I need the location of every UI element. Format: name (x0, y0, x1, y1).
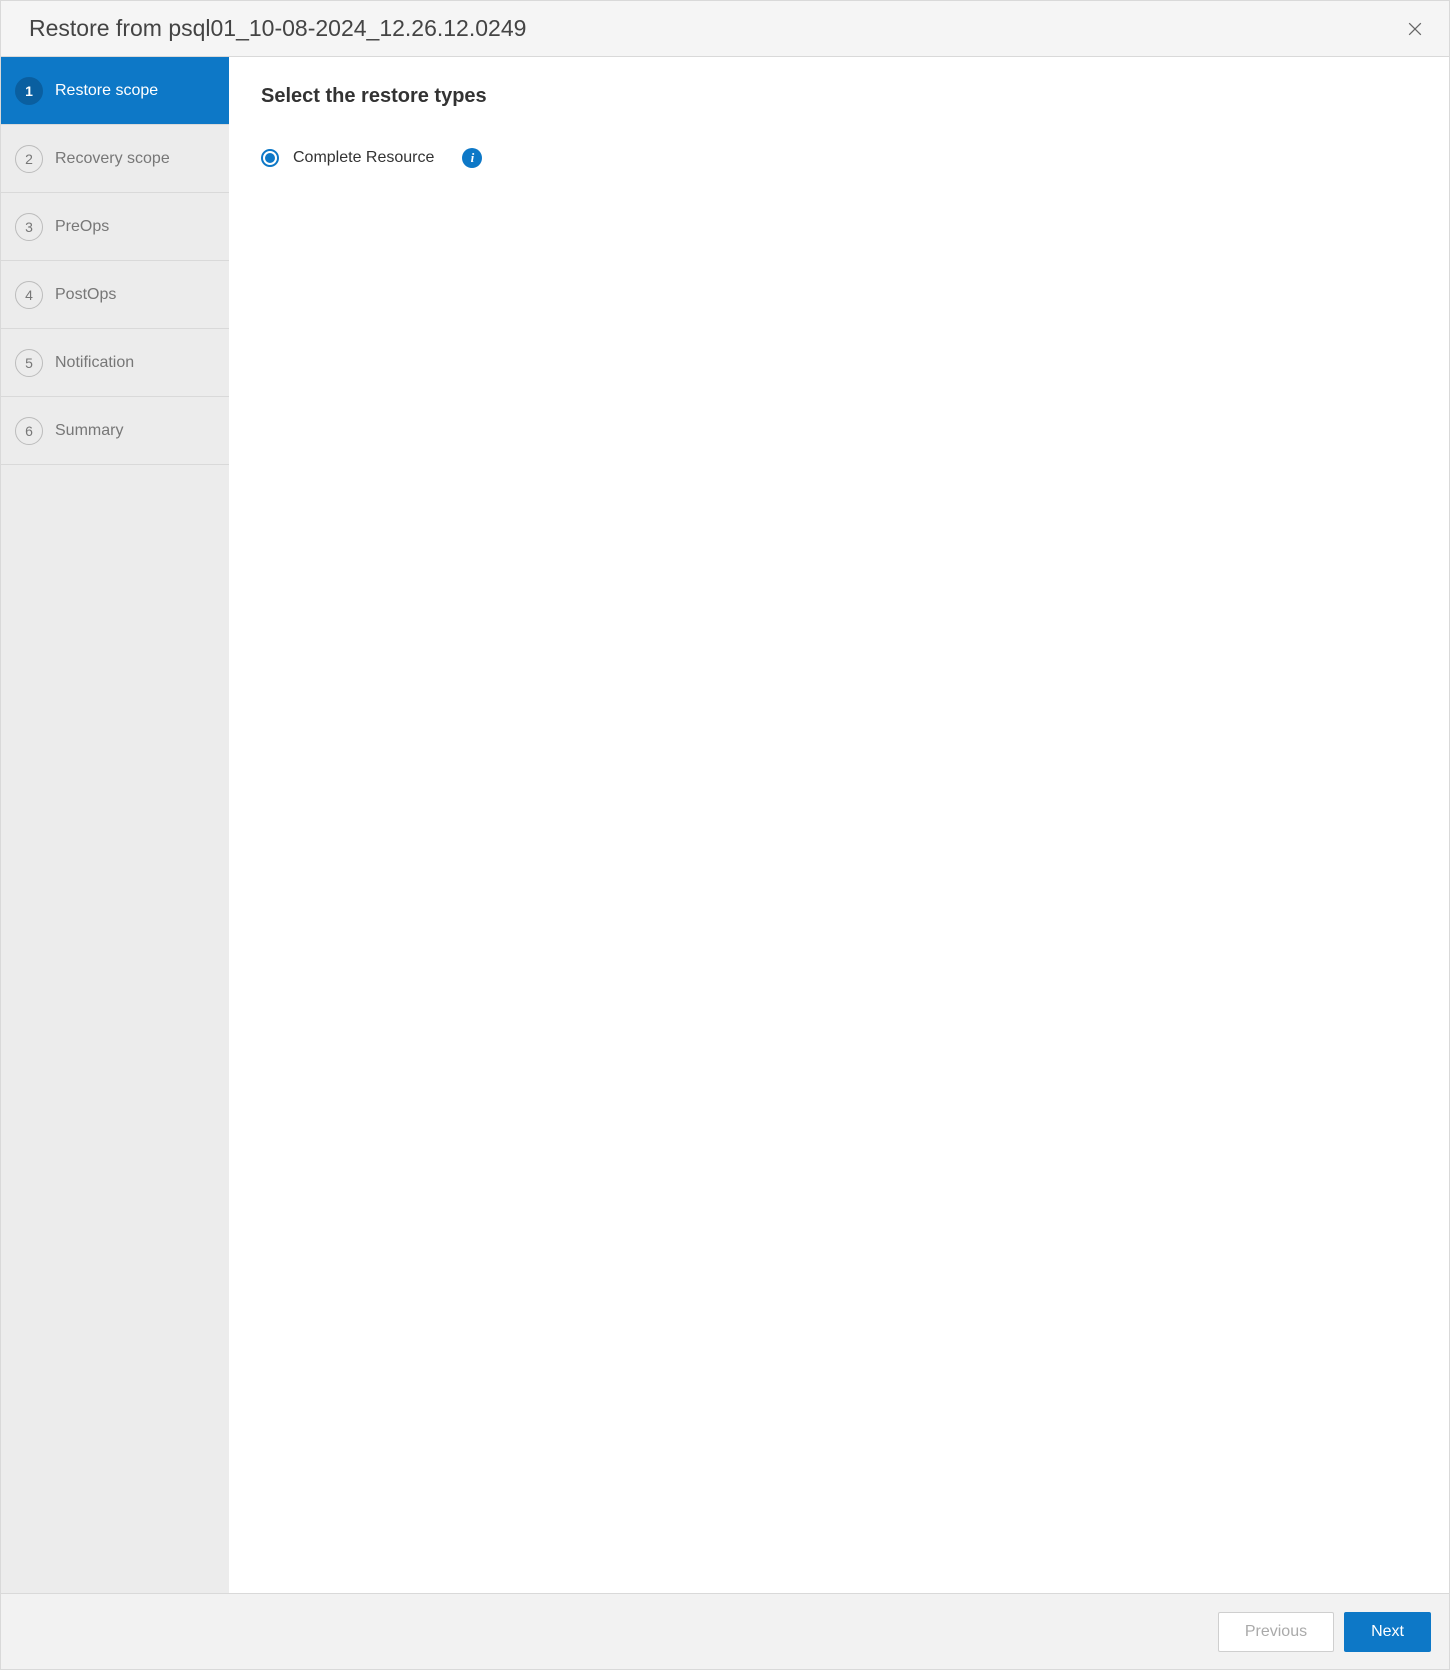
step-number: 4 (15, 281, 43, 309)
complete-resource-label: Complete Resource (293, 149, 434, 167)
content-panel: Select the restore types Complete Resour… (229, 57, 1449, 1593)
step-summary[interactable]: 6 Summary (1, 397, 229, 465)
info-icon[interactable]: i (462, 148, 482, 168)
modal-body: 1 Restore scope 2 Recovery scope 3 PreOp… (1, 57, 1449, 1593)
step-preops[interactable]: 3 PreOps (1, 193, 229, 261)
modal-title: Restore from psql01_10-08-2024_12.26.12.… (29, 15, 526, 42)
step-label: PreOps (55, 218, 109, 236)
step-label: Summary (55, 422, 123, 440)
modal-footer: Previous Next (1, 1593, 1449, 1669)
radio-checked-icon (265, 153, 275, 163)
step-number: 2 (15, 145, 43, 173)
step-label: PostOps (55, 286, 116, 304)
restore-modal: Restore from psql01_10-08-2024_12.26.12.… (0, 0, 1450, 1670)
content-title: Select the restore types (261, 85, 1417, 108)
restore-type-option: Complete Resource i (261, 148, 1417, 168)
step-number: 3 (15, 213, 43, 241)
wizard-sidebar: 1 Restore scope 2 Recovery scope 3 PreOp… (1, 57, 229, 1593)
step-notification[interactable]: 5 Notification (1, 329, 229, 397)
step-postops[interactable]: 4 PostOps (1, 261, 229, 329)
step-label: Notification (55, 354, 134, 372)
next-button[interactable]: Next (1344, 1612, 1431, 1652)
step-number: 1 (15, 77, 43, 105)
step-restore-scope[interactable]: 1 Restore scope (1, 57, 229, 125)
previous-button[interactable]: Previous (1218, 1612, 1334, 1652)
modal-header: Restore from psql01_10-08-2024_12.26.12.… (1, 1, 1449, 57)
close-button[interactable] (1401, 15, 1429, 43)
step-number: 5 (15, 349, 43, 377)
complete-resource-radio[interactable] (261, 149, 279, 167)
close-icon (1405, 19, 1425, 39)
step-label: Recovery scope (55, 150, 170, 168)
step-label: Restore scope (55, 82, 158, 100)
step-recovery-scope[interactable]: 2 Recovery scope (1, 125, 229, 193)
step-number: 6 (15, 417, 43, 445)
